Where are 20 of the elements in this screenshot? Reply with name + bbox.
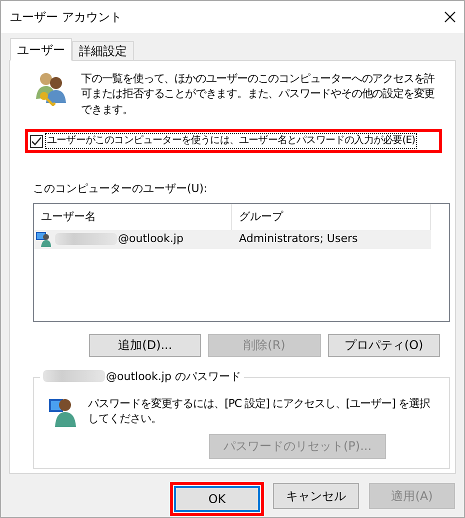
users-key-icon — [33, 71, 67, 106]
tab[interactable]: ユーザー — [10, 38, 72, 61]
password-text: パスワードを変更するには、[PC 設定] にアクセスし、[ユーザー] を選択してください。 — [88, 396, 431, 427]
list-row[interactable]: @outlook.jp Administrators; Users — [34, 230, 431, 249]
dialog-button[interactable]: キャンセル — [273, 483, 359, 509]
tab[interactable]: 詳細設定 — [72, 41, 134, 61]
intro-text: 下の一覧を使って、ほかのユーザーのこのコンピューターへのアクセスを許可または拒否することができます。また、パスワードやその他の設定を変更できます。 — [81, 71, 436, 118]
close-icon[interactable] — [444, 11, 456, 23]
group-title: @outlook.jp のパスワード — [106, 368, 241, 384]
checkbox-label[interactable]: ユーザーがこのコンピューターを使うには、ユーザー名とパスワードの入力が必要(E) — [45, 133, 418, 150]
user-list[interactable]: ユーザー名 グループ @outlook.jp Administrators; Users — [33, 202, 450, 322]
window-title: ユーザー アカウント — [10, 8, 122, 26]
action-button[interactable]: 追加(D)... — [89, 334, 202, 357]
user-computer-icon — [36, 231, 52, 248]
dialog-button[interactable]: OK — [174, 486, 260, 512]
list-label: このコンピューターのユーザー(U): — [33, 181, 208, 197]
checkbox[interactable] — [30, 134, 43, 148]
group-name: Administrators; Users — [238, 231, 358, 247]
action-button[interactable]: プロパティ(O) — [328, 334, 440, 357]
user-name: @outlook.jp — [118, 231, 184, 247]
